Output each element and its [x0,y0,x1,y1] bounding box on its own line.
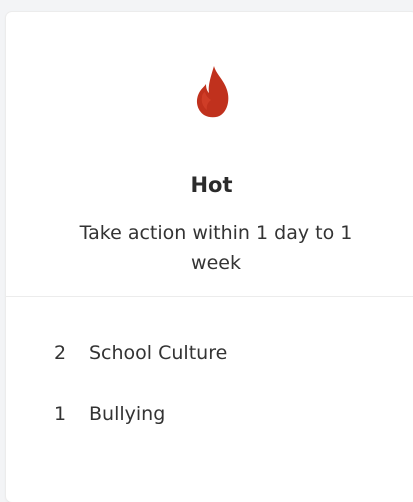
topic-label: Bullying [89,403,166,425]
topic-list: 2 School Culture 1 Bullying [54,338,227,460]
priority-card: Hot Take action within 1 day to 1 week 2… [6,12,413,502]
list-item[interactable]: 2 School Culture [54,338,227,368]
divider [6,296,413,297]
card-title: Hot [190,173,233,197]
flame-icon [195,66,231,120]
card-description: Take action within 1 day to 1 week [79,222,353,274]
topic-count: 2 [54,342,67,364]
topic-count: 1 [54,403,67,425]
list-item[interactable]: 1 Bullying [54,399,227,429]
topic-label: School Culture [89,342,228,364]
